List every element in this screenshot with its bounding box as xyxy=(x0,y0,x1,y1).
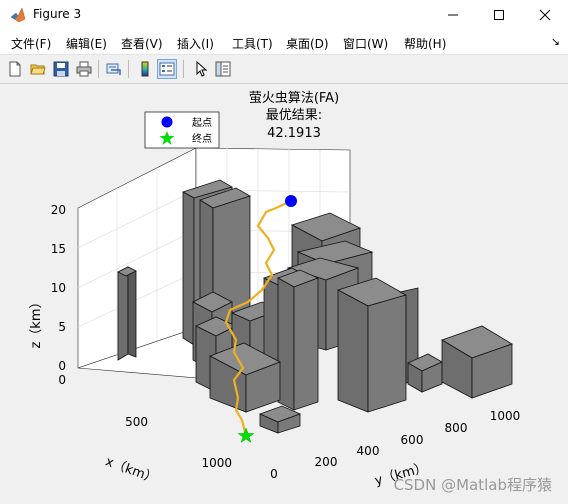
menu-window[interactable]: 窗口(W) xyxy=(343,35,388,52)
plot-title-line2: 最优结果: xyxy=(266,108,322,123)
z-tick-label: 5 xyxy=(58,320,66,334)
menu-help[interactable]: 帮助(H) xyxy=(404,35,446,52)
building xyxy=(441,325,513,399)
new-figure-button[interactable] xyxy=(5,59,25,79)
print-button[interactable] xyxy=(74,59,94,79)
menu-overflow-icon[interactable]: ↘ xyxy=(551,35,560,48)
x-tick-label: 0 xyxy=(58,373,66,387)
y-tick-label: 200 xyxy=(315,455,338,469)
link-icon xyxy=(106,63,121,75)
window-title: Figure 3 xyxy=(33,7,82,21)
x-tick-label: 500 xyxy=(125,415,148,429)
window-titlebar: Figure 3 xyxy=(0,0,568,30)
open-icon xyxy=(30,64,46,75)
minimize-button[interactable] xyxy=(430,0,476,30)
menu-file[interactable]: 文件(F) xyxy=(11,35,51,52)
property-editor-button[interactable] xyxy=(213,59,233,79)
menu-view[interactable]: 查看(V) xyxy=(121,35,163,52)
figure-toolbar xyxy=(0,55,568,84)
y-tick-label: 600 xyxy=(401,433,424,447)
start-marker xyxy=(285,195,297,207)
save-icon xyxy=(53,61,69,77)
y-tick-label: 1000 xyxy=(490,409,521,423)
menu-edit[interactable]: 编辑(E) xyxy=(66,35,107,52)
close-icon xyxy=(539,9,551,21)
menu-desktop[interactable]: 桌面(D) xyxy=(286,35,329,52)
plot-title-line3: 42.1913 xyxy=(267,126,321,141)
x-tick-label: 1000 xyxy=(201,456,232,470)
legend-start-marker xyxy=(161,116,173,128)
z-tick-label: 10 xyxy=(51,281,66,295)
close-button[interactable] xyxy=(522,0,568,30)
watermark: CSDN @Matlab程序猿 xyxy=(394,476,552,494)
y-tick-label: 400 xyxy=(357,444,380,458)
legend[interactable]: 起点 终点 xyxy=(144,111,220,149)
open-button[interactable] xyxy=(28,59,48,79)
maximize-button[interactable] xyxy=(476,0,522,30)
legend-icon xyxy=(159,62,175,76)
minimize-icon xyxy=(448,14,458,16)
new-figure-icon xyxy=(9,61,21,77)
toolbar-separator xyxy=(128,60,129,78)
colorbar-button[interactable] xyxy=(135,59,155,79)
link-button[interactable] xyxy=(104,59,124,79)
legend-start-label: 起点 xyxy=(192,117,212,129)
pointer-button[interactable] xyxy=(191,59,211,79)
matlab-icon xyxy=(10,7,26,23)
legend-button[interactable] xyxy=(157,59,177,79)
menu-insert[interactable]: 插入(I) xyxy=(177,35,214,52)
end-marker xyxy=(237,427,255,444)
plot-title-line1: 萤火虫算法(FA) xyxy=(249,91,339,106)
property-editor-icon xyxy=(215,61,231,77)
z-axis-label: z（km） xyxy=(29,295,44,348)
x-axis-label: x（km） xyxy=(103,454,159,487)
z-tick-label: 0 xyxy=(58,359,66,373)
toolbar-separator xyxy=(98,60,99,78)
pointer-icon xyxy=(196,61,208,77)
building xyxy=(117,266,137,361)
colorbar-icon xyxy=(141,61,149,77)
y-tick-label: 0 xyxy=(270,467,278,481)
toolbar-separator xyxy=(183,60,184,78)
z-tick-label: 15 xyxy=(51,242,66,256)
figure-canvas[interactable]: 萤火虫算法(FA) 最优结果: 42.1913 20 15 10 5 0 0 5… xyxy=(0,84,568,504)
legend-end-label: 终点 xyxy=(192,132,212,145)
building xyxy=(336,277,408,413)
building xyxy=(277,269,320,411)
save-button[interactable] xyxy=(51,59,71,79)
menu-bar: 文件(F) 编辑(E) 查看(V) 插入(I) 工具(T) 桌面(D) 窗口(W… xyxy=(0,30,568,55)
menu-tools[interactable]: 工具(T) xyxy=(232,35,273,52)
z-tick-label: 20 xyxy=(51,203,66,217)
y-tick-label: 800 xyxy=(445,421,468,435)
print-icon xyxy=(76,61,92,77)
maximize-icon xyxy=(494,10,504,20)
